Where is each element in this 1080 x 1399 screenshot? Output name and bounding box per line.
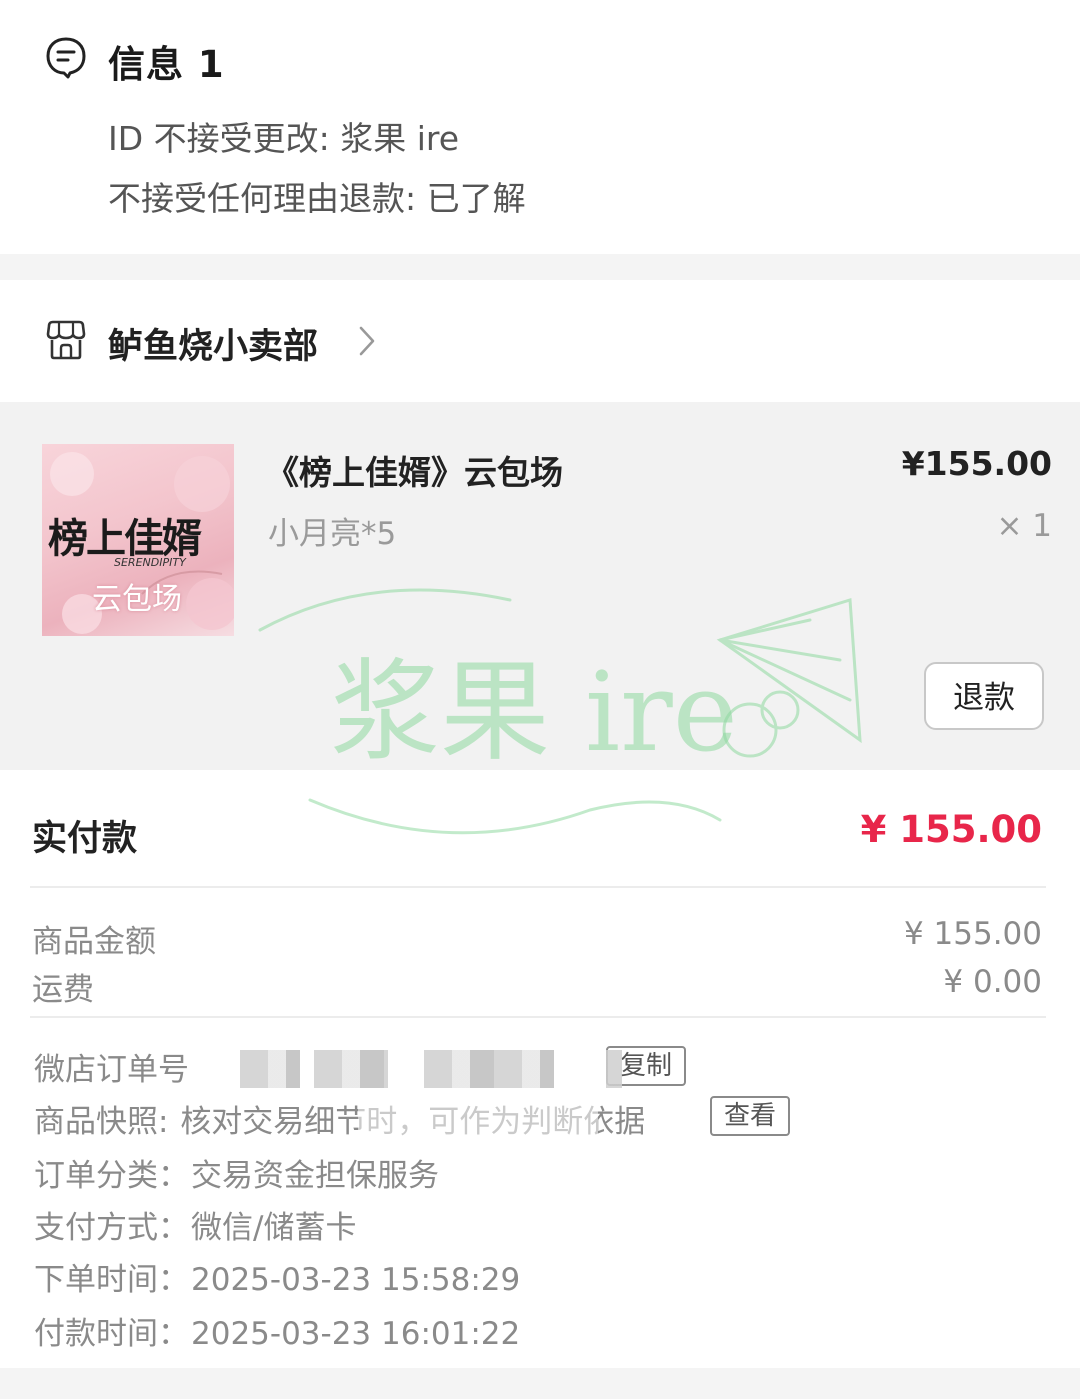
refund-policy-label: 不接受任何理由退款: bbox=[108, 179, 427, 218]
thumbnail-subtitle: 云包场 bbox=[92, 582, 182, 617]
snapshot-label: 商品快照: bbox=[34, 1104, 179, 1140]
chat-bubble-icon bbox=[46, 37, 86, 79]
paid-amount-value: ¥ 155.00 bbox=[860, 808, 1042, 851]
id-value: 浆果 ire bbox=[340, 119, 460, 158]
refund-policy-value: 已了解 bbox=[426, 179, 526, 218]
product-card[interactable]: 榜上佳婿 SERENDIPITY 云包场 《榜上佳婿》云包场 ¥155.00 小… bbox=[0, 402, 1080, 770]
goods-amount-value: ¥ 155.00 bbox=[903, 916, 1042, 952]
pay-time-label: 付款时间： bbox=[34, 1316, 189, 1352]
order-detail-page: 信息 1 ID 不接受更改: 浆果 ire 不接受任何理由退款: 已了解 鲈鱼烧… bbox=[0, 0, 1080, 1399]
redacted-order-number bbox=[606, 1050, 622, 1088]
thumbnail-subtitle-en: SERENDIPITY bbox=[114, 556, 186, 569]
shipping-value: ¥ 0.00 bbox=[943, 964, 1042, 1000]
product-name[interactable]: 《榜上佳婿》云包场 bbox=[266, 446, 563, 494]
id-label: ID 不接受更改: bbox=[108, 119, 341, 158]
info-title: 信息 1 bbox=[108, 43, 225, 86]
shipping-label: 运费 bbox=[32, 972, 94, 1008]
refund-policy-line: 不接受任何理由退款: 已了解 bbox=[108, 172, 526, 220]
product-thumbnail[interactable]: 榜上佳婿 SERENDIPITY 云包场 bbox=[42, 444, 234, 636]
payment-method-label: 支付方式： bbox=[34, 1210, 189, 1246]
goods-amount-label: 商品金额 bbox=[32, 924, 156, 960]
redacted-order-number bbox=[424, 1050, 554, 1088]
payment-method-row: 支付方式：微信/储蓄卡 bbox=[34, 1202, 356, 1247]
product-spec: 小月亮*5 bbox=[268, 516, 397, 552]
order-time-value: 2025-03-23 15:58:29 bbox=[191, 1262, 521, 1298]
redacted-overlay bbox=[358, 1100, 598, 1136]
order-category-value: 交易资金担保服务 bbox=[191, 1158, 439, 1194]
product-quantity: × 1 bbox=[996, 508, 1052, 544]
order-number-label: 微店订单号 bbox=[34, 1052, 189, 1088]
storefront-icon bbox=[46, 320, 86, 360]
refund-button[interactable]: 退款 bbox=[924, 662, 1044, 730]
pay-time-value: 2025-03-23 16:01:22 bbox=[191, 1316, 521, 1352]
shop-name[interactable]: 鲈鱼烧小卖部 bbox=[108, 318, 318, 369]
payment-method-value: 微信/储蓄卡 bbox=[191, 1210, 357, 1246]
paid-amount-label: 实付款 bbox=[32, 819, 138, 859]
redacted-order-number bbox=[240, 1050, 300, 1088]
order-time-row: 下单时间：2025-03-23 15:58:29 bbox=[34, 1254, 520, 1299]
view-snapshot-button[interactable]: 查看 bbox=[710, 1096, 791, 1136]
id-line: ID 不接受更改: 浆果 ire bbox=[108, 112, 459, 160]
order-number-row: 微店订单号 bbox=[34, 1044, 189, 1089]
payment-section: 实付款 ¥ 155.00 商品金额 ¥ 155.00 运费 ¥ 0.00 微店订… bbox=[0, 770, 1080, 1368]
divider bbox=[30, 886, 1046, 888]
bottom-spacer bbox=[0, 1368, 1080, 1399]
shop-header[interactable]: 鲈鱼烧小卖部 bbox=[0, 280, 1080, 402]
order-category-row: 订单分类：交易资金担保服务 bbox=[34, 1150, 439, 1195]
info-section: 信息 1 ID 不接受更改: 浆果 ire 不接受任何理由退款: 已了解 bbox=[0, 0, 1080, 254]
product-price: ¥155.00 bbox=[901, 444, 1052, 483]
divider bbox=[30, 1016, 1046, 1018]
redacted-order-number bbox=[314, 1050, 388, 1088]
order-category-label: 订单分类： bbox=[34, 1158, 189, 1194]
pay-time-row: 付款时间：2025-03-23 16:01:22 bbox=[34, 1308, 520, 1353]
order-time-label: 下单时间： bbox=[34, 1262, 189, 1298]
chevron-right-icon[interactable] bbox=[355, 324, 379, 358]
